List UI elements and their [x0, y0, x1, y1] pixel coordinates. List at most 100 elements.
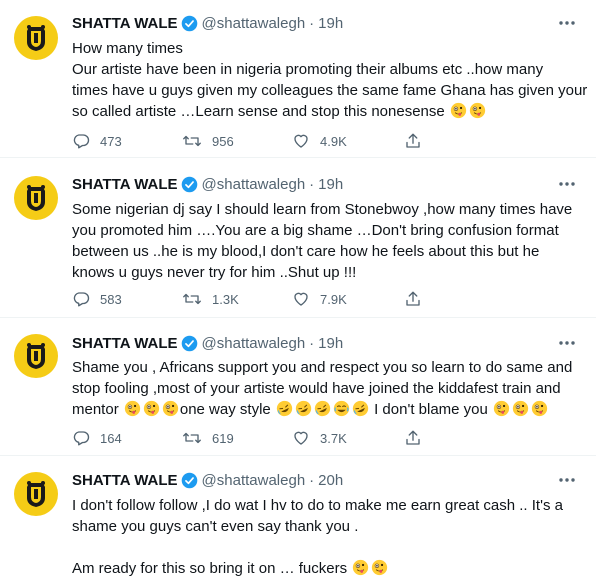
- share-button[interactable]: [404, 429, 432, 447]
- reply-icon: [73, 292, 90, 307]
- handle[interactable]: @shattawalegh: [202, 15, 306, 32]
- tweet[interactable]: SHATTA WALE @shattawalegh · 19h Some nig…: [0, 158, 596, 318]
- reply-icon: [73, 134, 90, 149]
- display-name[interactable]: SHATTA WALE: [72, 335, 178, 352]
- zany-face-emoji: [531, 400, 548, 417]
- verified-badge-icon: [181, 15, 198, 32]
- tweet-line: mentor: [72, 401, 119, 418]
- retweet-count: 1.3K: [212, 291, 239, 307]
- tweet-text: Some nigerian dj say I should learn from…: [72, 199, 588, 283]
- zany-face-emoji: [493, 400, 510, 417]
- like-count: 3.7K: [320, 430, 347, 446]
- display-name[interactable]: SHATTA WALE: [72, 176, 178, 193]
- reply-count: 583: [100, 291, 122, 307]
- verified-badge-icon: [181, 335, 198, 352]
- more-options-icon[interactable]: [556, 13, 578, 33]
- display-name[interactable]: SHATTA WALE: [72, 472, 178, 489]
- more-options-icon[interactable]: [556, 174, 578, 194]
- tweet-line: you promoted him ….You are a big shame ……: [72, 222, 559, 239]
- more-options-icon[interactable]: [556, 333, 578, 353]
- share-button[interactable]: [404, 132, 432, 150]
- tweet-line: Our artiste have been in nigeria promoti…: [72, 61, 544, 78]
- tweet-line: knows u guys never try for him ..Shut up…: [72, 264, 357, 281]
- tweet-line: so called artiste …Learn sense and stop …: [72, 103, 445, 120]
- crest-logo: [27, 25, 45, 51]
- timeline-feed: SHATTA WALE @shattawalegh · 19h How many…: [0, 0, 596, 578]
- tweet-line: Am ready for this so bring it on … fucke…: [72, 560, 348, 577]
- tweet[interactable]: SHATTA WALE @shattawalegh · 20h I don't …: [0, 456, 596, 578]
- tweet[interactable]: SHATTA WALE @shattawalegh · 19h How many…: [0, 0, 596, 158]
- tweet-text: I don't follow follow ,I do wat I hv to …: [72, 495, 588, 578]
- heart-icon: [294, 134, 308, 148]
- tweet-text: Shame you , Africans support you and res…: [72, 357, 588, 420]
- more-options-icon[interactable]: [556, 470, 578, 490]
- timestamp[interactable]: 19h: [318, 15, 343, 32]
- tweet-line: between us ..he is my blood,I don't care…: [72, 243, 540, 260]
- reply-button[interactable]: 583: [72, 290, 122, 308]
- zany-face-emoji: [469, 102, 486, 119]
- share-icon: [406, 430, 420, 445]
- tweet-header: SHATTA WALE @shattawalegh · 19h: [72, 13, 343, 33]
- tweet-line: Some nigerian dj say I should learn from…: [72, 201, 573, 218]
- timestamp[interactable]: 20h: [318, 472, 343, 489]
- retweet-button[interactable]: 619: [182, 429, 234, 447]
- rolling-laughing-emoji: [314, 400, 331, 417]
- crest-logo: [27, 185, 45, 211]
- zany-face-emoji: [124, 400, 141, 417]
- tweet-line: stop fooling ,most of your artiste would…: [72, 380, 561, 397]
- retweet-button[interactable]: 956: [182, 132, 234, 150]
- tweet-line: I don't follow follow ,I do wat I hv to …: [72, 497, 563, 514]
- crest-logo: [27, 481, 45, 507]
- tweet-line: How many times: [72, 40, 183, 57]
- tweet-line: one way style: [179, 401, 271, 418]
- crest-logo: [27, 343, 45, 369]
- like-button[interactable]: 3.7K: [292, 429, 347, 447]
- handle[interactable]: @shattawalegh: [202, 335, 306, 352]
- separator-dot: ·: [309, 14, 315, 32]
- avatar[interactable]: [14, 176, 58, 220]
- reply-count: 473: [100, 133, 122, 149]
- heart-icon: [294, 292, 308, 306]
- tears-of-joy-emoji: [333, 400, 350, 417]
- zany-face-emoji: [353, 559, 369, 576]
- timestamp[interactable]: 19h: [318, 335, 343, 352]
- handle[interactable]: @shattawalegh: [202, 472, 306, 489]
- like-button[interactable]: 7.9K: [292, 290, 347, 308]
- separator-dot: ·: [309, 334, 315, 352]
- tweet-actions: 583 1.3K 7.9K: [72, 289, 512, 309]
- tweet-header: SHATTA WALE @shattawalegh · 19h: [72, 174, 343, 194]
- retweet-icon: [183, 432, 201, 444]
- display-name[interactable]: SHATTA WALE: [72, 15, 178, 32]
- separator-dot: ·: [309, 175, 315, 193]
- tweet-actions: 164 619 3.7K: [72, 428, 512, 448]
- reply-icon: [73, 431, 90, 446]
- zany-face-emoji: [450, 102, 467, 119]
- tweet-line: times have u guys given my colleagues th…: [72, 82, 588, 99]
- retweet-count: 956: [212, 133, 234, 149]
- tweet-header: SHATTA WALE @shattawalegh · 20h: [72, 470, 343, 490]
- reply-button[interactable]: 164: [72, 429, 122, 447]
- heart-icon: [294, 431, 308, 445]
- share-button[interactable]: [404, 290, 432, 308]
- avatar[interactable]: [14, 334, 58, 378]
- avatar[interactable]: [14, 472, 58, 516]
- tweet-actions: 473 956 4.9K: [72, 131, 512, 151]
- timestamp[interactable]: 19h: [318, 176, 343, 193]
- verified-badge-icon: [181, 176, 198, 193]
- tweet-header: SHATTA WALE @shattawalegh · 19h: [72, 333, 343, 353]
- retweet-button[interactable]: 1.3K: [182, 290, 239, 308]
- reply-count: 164: [100, 430, 122, 446]
- reply-button[interactable]: 473: [72, 132, 122, 150]
- handle[interactable]: @shattawalegh: [202, 176, 306, 193]
- avatar[interactable]: [14, 16, 58, 60]
- separator-dot: ·: [309, 471, 315, 489]
- share-icon: [406, 133, 420, 148]
- share-icon: [406, 291, 420, 306]
- like-count: 7.9K: [320, 291, 347, 307]
- tweet[interactable]: SHATTA WALE @shattawalegh · 19h Shame yo…: [0, 318, 596, 456]
- tweet-line: I don't blame you: [374, 401, 488, 418]
- tweet-line: shame you guys can't even say thank you …: [72, 518, 359, 535]
- zany-face-emoji: [372, 559, 388, 576]
- rolling-laughing-emoji: [276, 400, 293, 417]
- like-button[interactable]: 4.9K: [292, 132, 347, 150]
